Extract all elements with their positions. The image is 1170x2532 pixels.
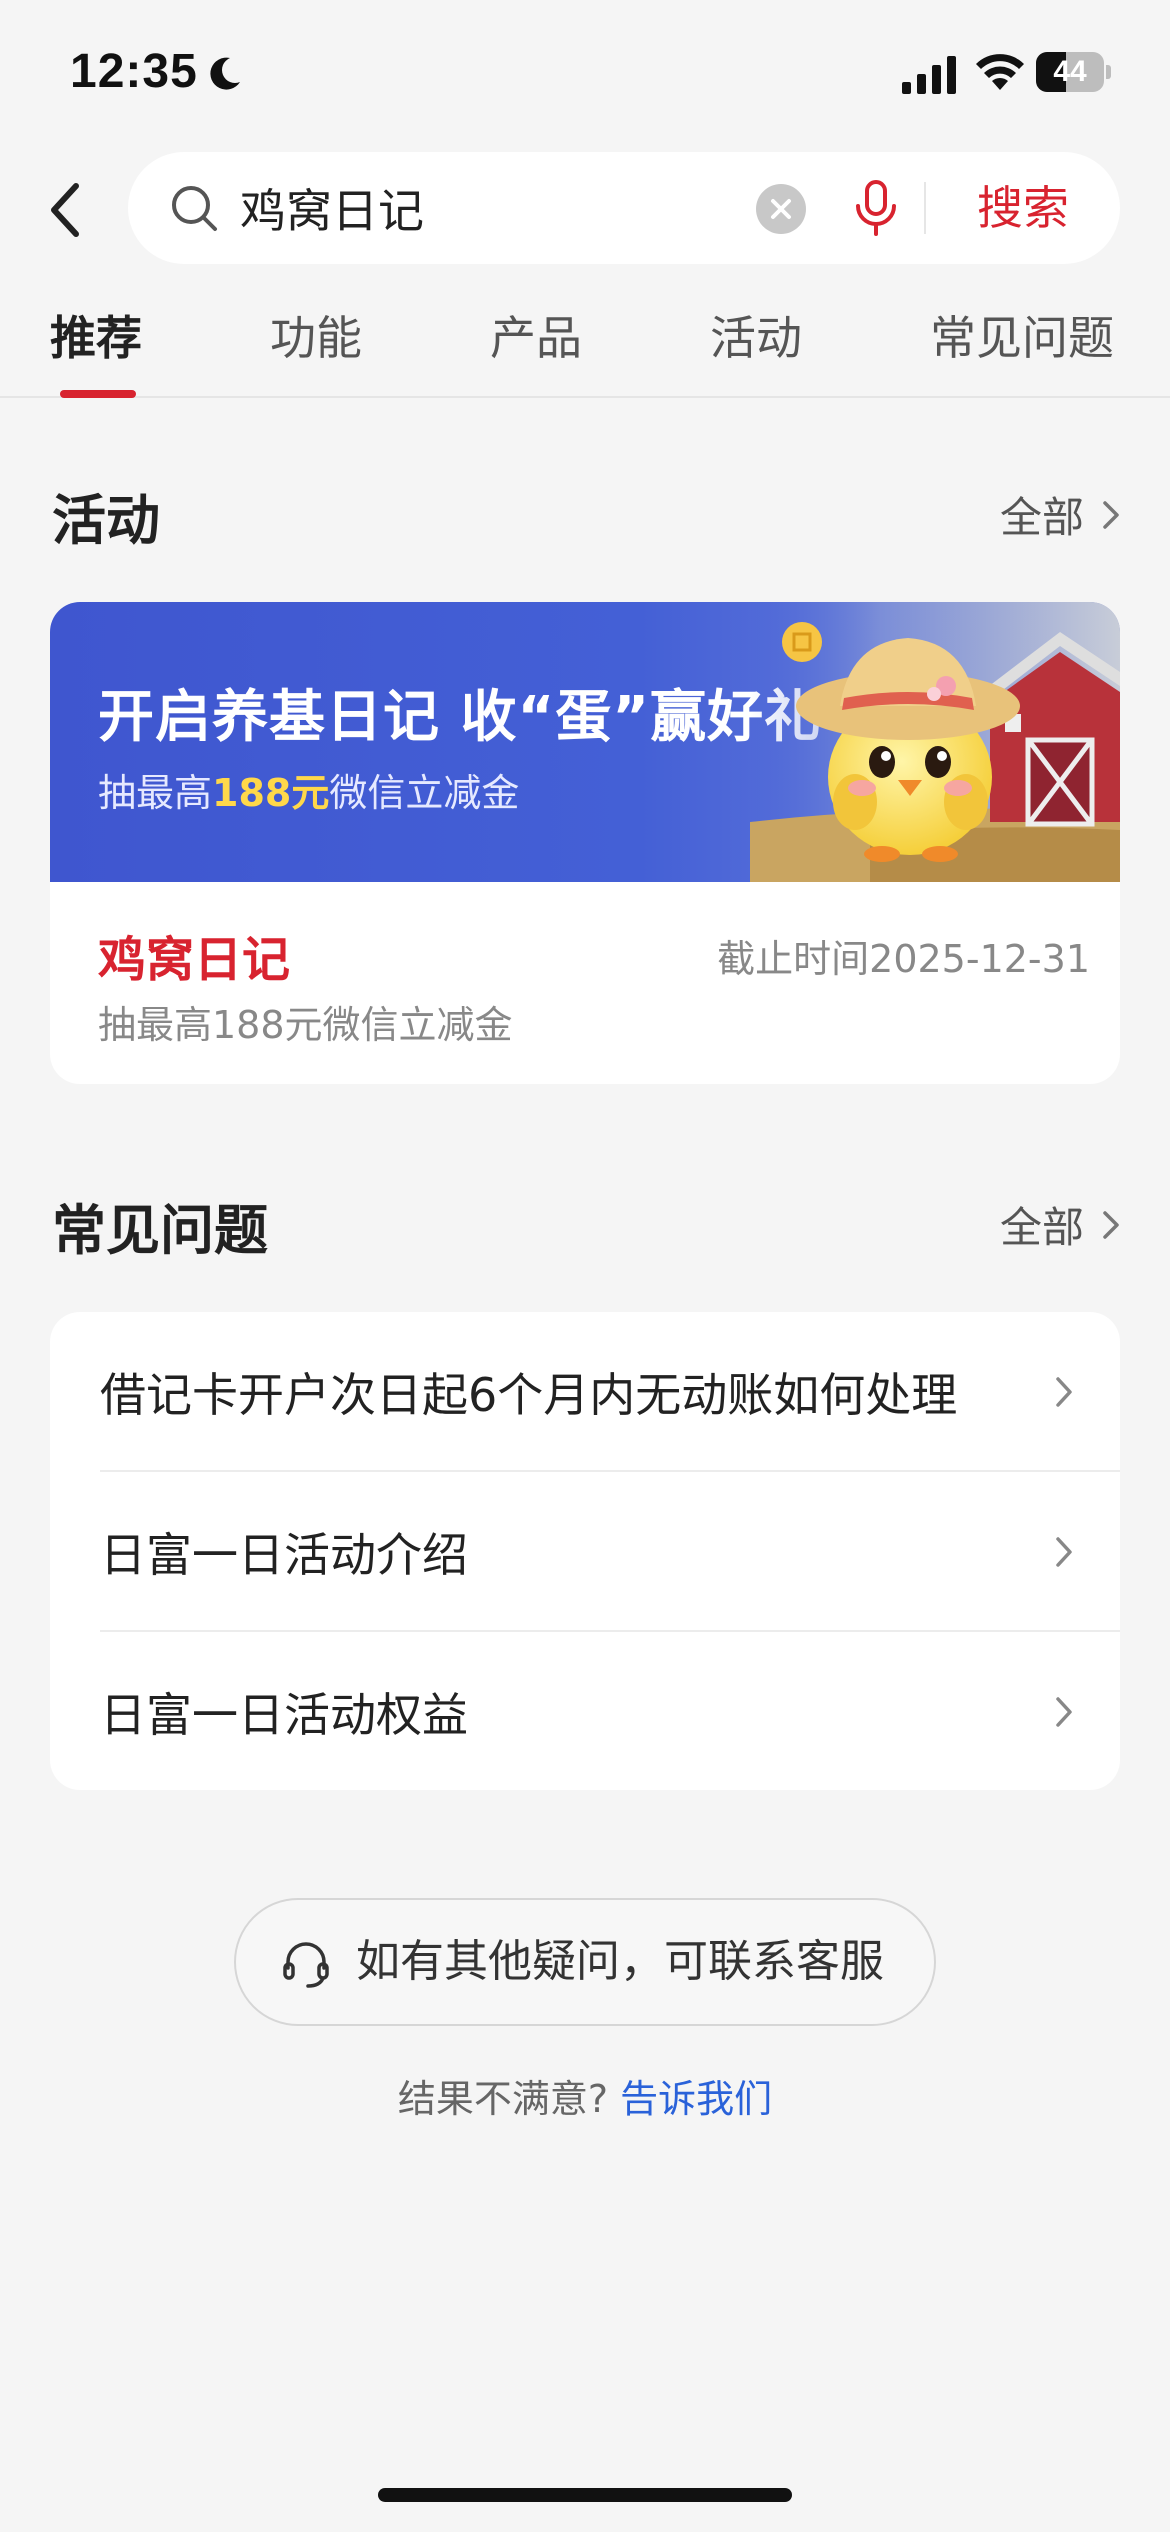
chevron-right-icon xyxy=(1103,1210,1119,1239)
chevron-right-icon xyxy=(1056,1536,1072,1567)
moon-icon xyxy=(210,57,240,90)
activity-see-all-link[interactable]: 全部 xyxy=(1000,484,1122,545)
see-all-label: 全部 xyxy=(999,1203,1084,1252)
faq-item[interactable]: 借记卡开户次日起6个月内无动账如何处理 xyxy=(50,1312,1120,1471)
search-input[interactable] xyxy=(240,174,840,242)
banner-subtitle: 抽最高188元微信立减金 xyxy=(98,771,520,815)
faq-item-label: 借记卡开户次日起6个月内无动账如何处理 xyxy=(100,1367,958,1422)
signal-icon xyxy=(902,56,956,94)
status-bar: 12:35 44 xyxy=(0,0,1170,150)
activity-deadline: 截止时间2025-12-31 xyxy=(717,937,1090,981)
tab-activities[interactable]: 活动 xyxy=(710,300,802,396)
chick-farm-illustration xyxy=(750,602,1120,882)
battery-indicator: 44 xyxy=(1036,52,1111,92)
faq-item-label: 日富一日活动权益 xyxy=(100,1687,468,1742)
tab-products[interactable]: 产品 xyxy=(490,300,582,396)
battery-level-text: 44 xyxy=(1053,55,1087,88)
chevron-right-icon xyxy=(1056,1696,1072,1727)
wifi-icon xyxy=(976,54,1024,90)
microphone-icon[interactable] xyxy=(848,178,904,238)
feedback-line: 结果不满意? 告诉我们 xyxy=(0,2068,1170,2123)
chevron-right-icon xyxy=(1103,500,1119,529)
category-tabs: 推荐 功能 产品 活动 常见问题 xyxy=(0,300,1170,398)
faq-item[interactable]: 日富一日活动权益 xyxy=(50,1632,1120,1790)
activity-card[interactable]: 开启养基日记 收“蛋”赢好礼 抽最高188元微信立减金 鸡窝日记 截止时间202… xyxy=(50,602,1120,1084)
faq-item[interactable]: 日富一日活动介绍 xyxy=(50,1472,1120,1631)
home-indicator[interactable] xyxy=(378,2488,792,2502)
search-button[interactable]: 搜索 xyxy=(948,170,1098,246)
feedback-prompt: 结果不满意? xyxy=(397,2077,609,2121)
search-icon xyxy=(172,186,217,231)
activity-section-title: 活动 xyxy=(52,489,160,552)
contact-support-label: 如有其他疑问，可联系客服 xyxy=(356,1936,884,1987)
headset-icon xyxy=(283,1942,329,1988)
active-tab-indicator xyxy=(60,390,136,398)
banner-title: 开启养基日记 收“蛋”赢好礼 xyxy=(98,685,822,750)
tab-recommended[interactable]: 推荐 xyxy=(50,300,142,396)
clear-icon[interactable] xyxy=(756,184,806,234)
faq-section-title: 常见问题 xyxy=(52,1199,268,1262)
feedback-link[interactable]: 告诉我们 xyxy=(620,2077,772,2121)
activity-banner[interactable]: 开启养基日记 收“蛋”赢好礼 抽最高188元微信立减金 xyxy=(50,602,1120,882)
faq-list: 借记卡开户次日起6个月内无动账如何处理 日富一日活动介绍 日富一日活动权益 xyxy=(50,1312,1120,1790)
tab-features[interactable]: 功能 xyxy=(270,300,362,396)
search-bar[interactable]: 搜索 xyxy=(128,152,1120,264)
see-all-label: 全部 xyxy=(999,493,1084,542)
faq-see-all-link[interactable]: 全部 xyxy=(1000,1194,1122,1255)
chevron-right-icon xyxy=(1056,1376,1072,1407)
tab-faq[interactable]: 常见问题 xyxy=(930,300,1114,396)
back-button[interactable] xyxy=(36,170,96,250)
status-time: 12:35 xyxy=(70,45,198,98)
faq-item-label: 日富一日活动介绍 xyxy=(100,1527,468,1582)
activity-name: 鸡窝日记 xyxy=(98,932,291,988)
activity-description: 抽最高188元微信立减金 xyxy=(98,1003,513,1047)
contact-support-button[interactable]: 如有其他疑问，可联系客服 xyxy=(234,1898,936,2026)
search-divider xyxy=(924,182,926,234)
